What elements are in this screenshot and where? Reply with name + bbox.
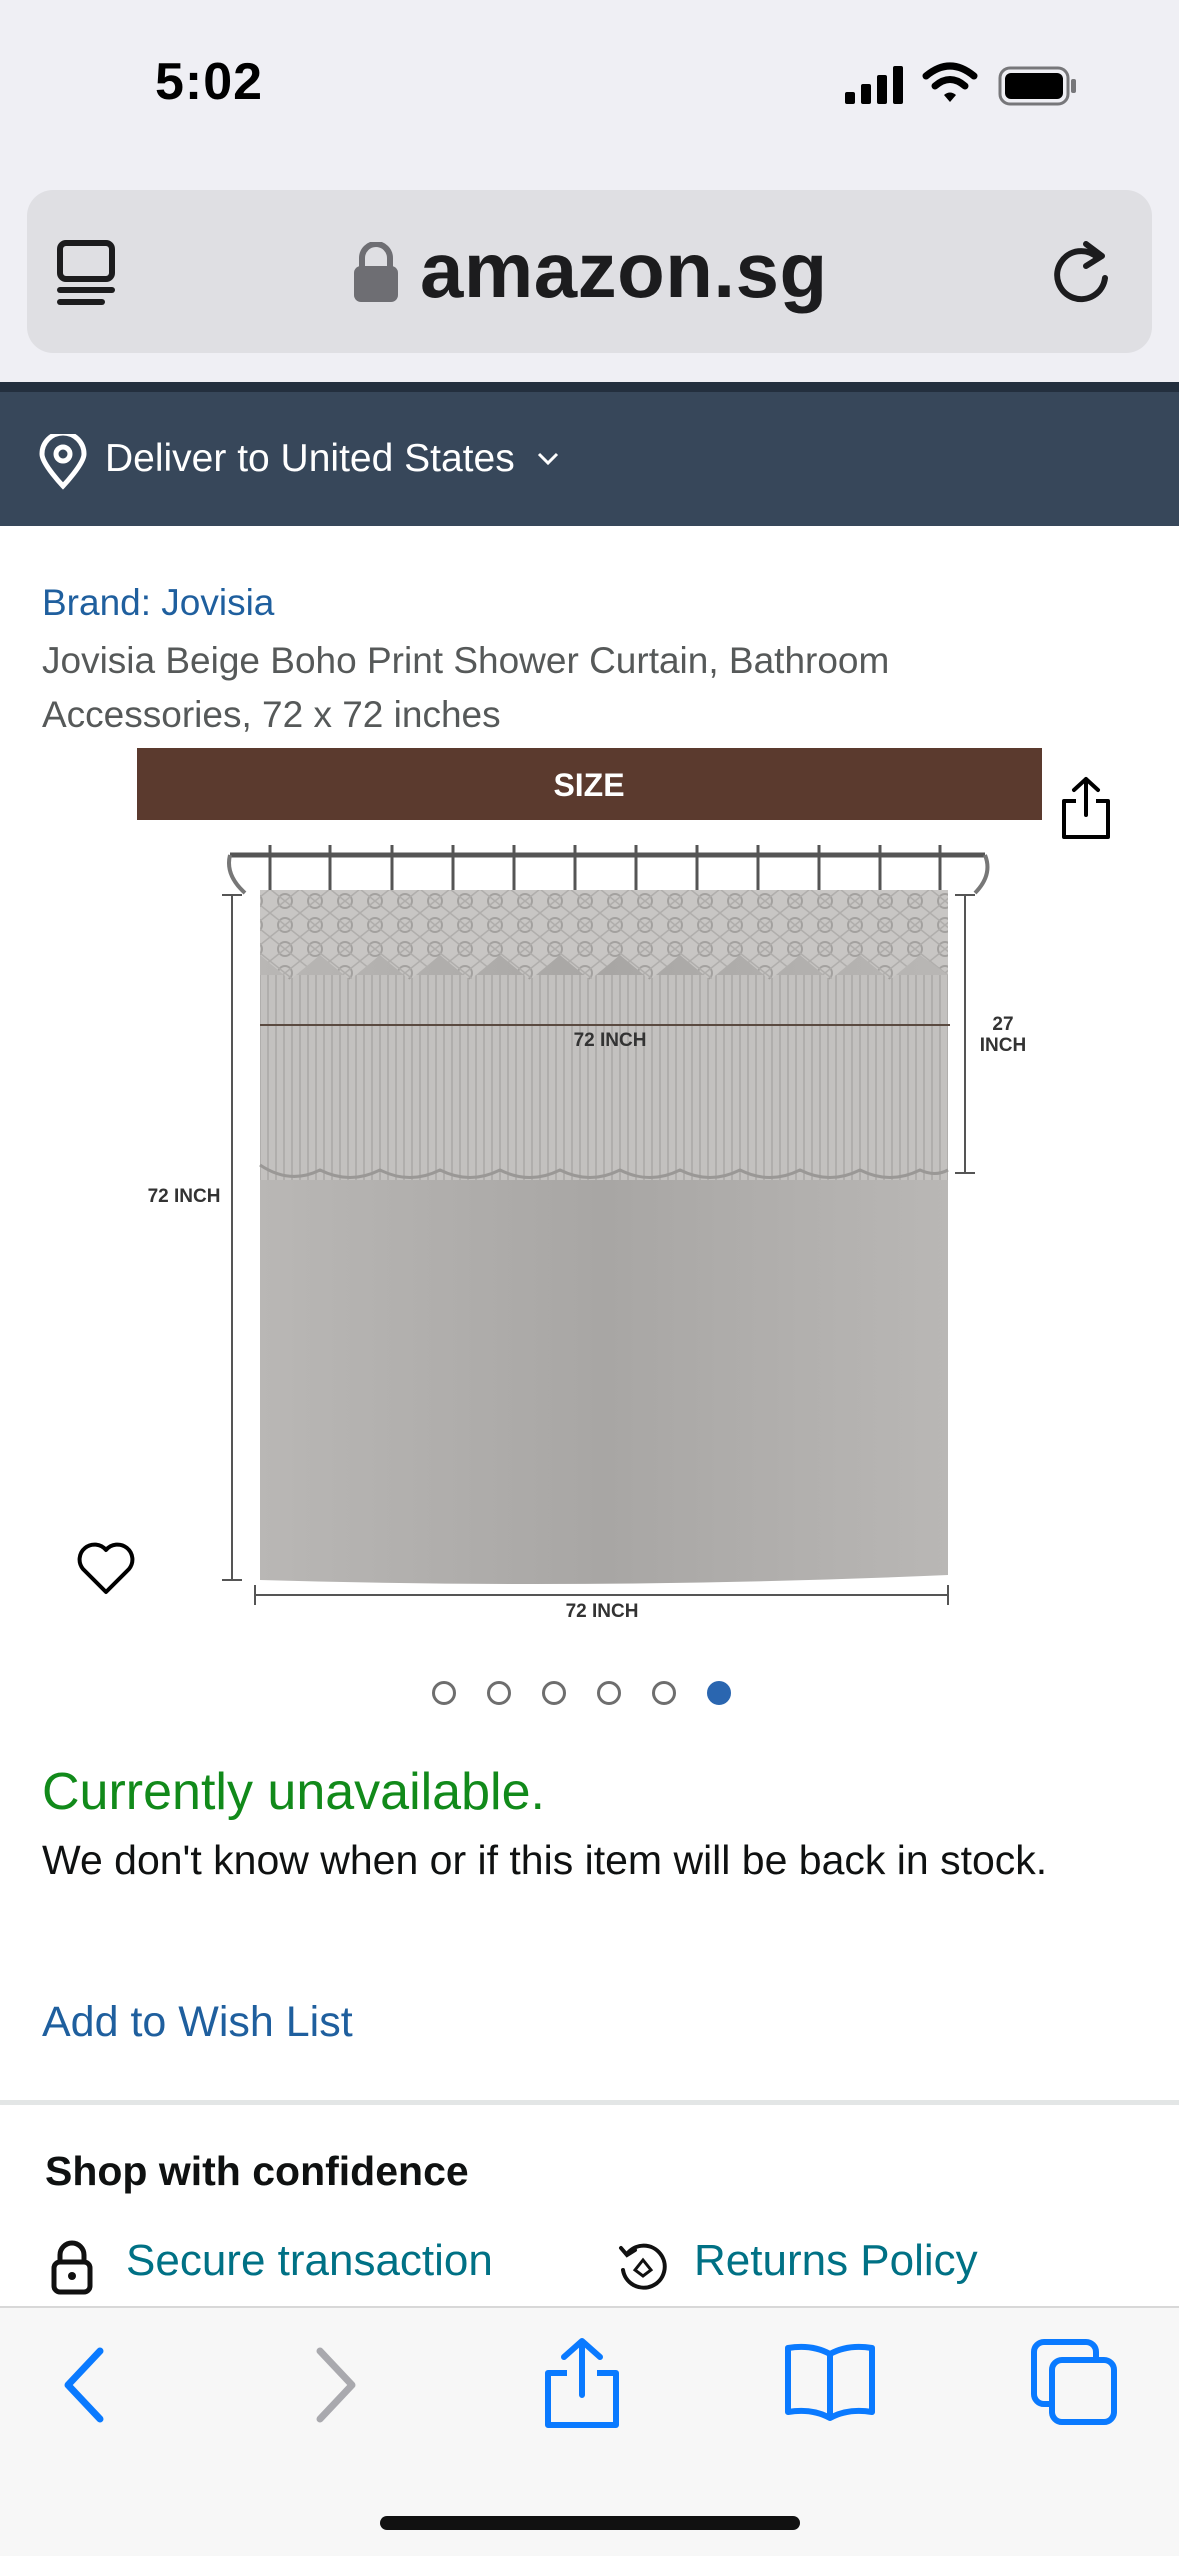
back-arrow-icon[interactable] bbox=[60, 2345, 110, 2425]
carousel-dot-active[interactable] bbox=[707, 1681, 731, 1705]
shop-with-confidence-heading: Shop with confidence bbox=[45, 2148, 469, 2194]
deliver-to-label[interactable]: Deliver to United States bbox=[105, 437, 515, 481]
location-pin-icon bbox=[39, 434, 87, 490]
product-image[interactable]: SIZE 72 INCH 72 INCH 27 INCH 72 INCH bbox=[0, 745, 1179, 1625]
dimension-valance-unit: INCH bbox=[980, 1035, 1026, 1056]
availability-status: Currently unavailable. bbox=[42, 1763, 545, 1821]
availability-note: We don't know when or if this item will … bbox=[42, 1837, 1048, 1883]
carousel-dot[interactable] bbox=[597, 1681, 621, 1705]
chevron-down-icon[interactable] bbox=[537, 452, 559, 466]
lock-icon bbox=[354, 242, 398, 302]
dimension-width-top: 72 INCH bbox=[574, 1030, 647, 1051]
padlock-icon bbox=[51, 2240, 93, 2295]
brand-link[interactable]: Brand: Jovisia bbox=[42, 582, 274, 624]
share-icon[interactable] bbox=[1058, 775, 1114, 841]
share-icon[interactable] bbox=[540, 2335, 624, 2431]
returns-policy-link[interactable]: Returns Policy bbox=[694, 2236, 978, 2286]
carousel-dot[interactable] bbox=[487, 1681, 511, 1705]
carousel-dot[interactable] bbox=[652, 1681, 676, 1705]
carousel-dot[interactable] bbox=[432, 1681, 456, 1705]
add-to-wish-list-link[interactable]: Add to Wish List bbox=[42, 1998, 353, 2047]
reload-icon[interactable] bbox=[1048, 236, 1114, 308]
image-carousel-dots[interactable] bbox=[432, 1681, 731, 1705]
dimension-width-bottom: 72 INCH bbox=[566, 1601, 639, 1622]
battery-icon bbox=[998, 66, 1076, 106]
forward-arrow-icon[interactable] bbox=[310, 2345, 360, 2425]
page-menu-icon[interactable] bbox=[57, 240, 117, 306]
status-time: 5:02 bbox=[155, 53, 264, 111]
image-banner-text: SIZE bbox=[553, 767, 624, 803]
wifi-icon bbox=[922, 62, 978, 102]
home-indicator[interactable] bbox=[380, 2516, 800, 2530]
section-divider bbox=[0, 2100, 1179, 2105]
dimension-height-left: 72 INCH bbox=[148, 1186, 221, 1207]
tabs-overview-icon[interactable] bbox=[1030, 2338, 1120, 2428]
returns-icon bbox=[619, 2243, 667, 2290]
cellular-signal-icon bbox=[845, 66, 903, 104]
product-title: Jovisia Beige Boho Print Shower Curtain,… bbox=[42, 640, 890, 735]
nav-divider bbox=[0, 382, 1179, 392]
url-domain[interactable]: amazon.sg bbox=[420, 225, 828, 316]
bookmarks-icon[interactable] bbox=[782, 2340, 878, 2424]
dimension-valance-number: 27 bbox=[992, 1014, 1013, 1035]
heart-icon[interactable] bbox=[75, 1540, 137, 1596]
carousel-dot[interactable] bbox=[542, 1681, 566, 1705]
secure-transaction-link[interactable]: Secure transaction bbox=[126, 2236, 493, 2286]
